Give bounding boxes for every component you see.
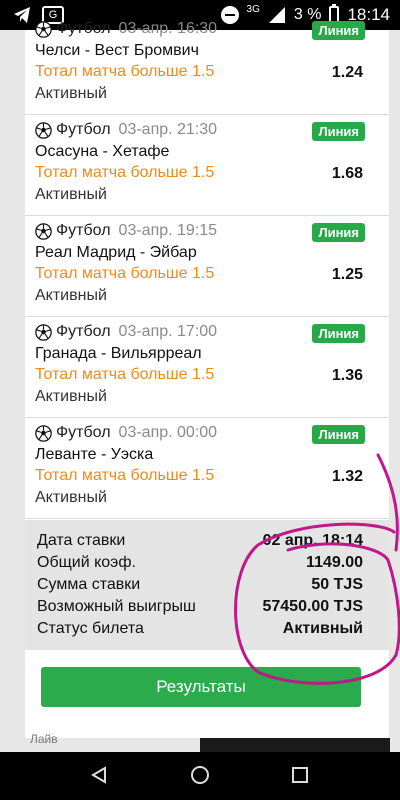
- summary-value: 1149.00: [306, 554, 363, 571]
- line-badge: Линия: [312, 425, 365, 444]
- sport-label: Футбол: [56, 424, 111, 441]
- bet-ticket-card: Футбол 03-апр. 16:30 Линия Челси - Вест …: [25, 20, 389, 738]
- soccer-ball-icon: [35, 222, 52, 240]
- sport-label: Футбол: [56, 222, 111, 239]
- event-date: 03-апр. 00:00: [118, 424, 218, 441]
- summary-value: 02 апр. 18:14: [262, 532, 363, 549]
- home-icon[interactable]: [191, 766, 209, 784]
- summary-label: Статус билета: [37, 620, 144, 637]
- summary-label: Возможный выигрыш: [37, 598, 196, 615]
- match-name: Челси - Вест Бромвич: [35, 42, 199, 59]
- summary-row-ticket-status: Статус билета Активный: [37, 620, 363, 642]
- soccer-ball-icon: [35, 121, 52, 139]
- summary-label: Сумма ставки: [37, 576, 141, 593]
- ticket-summary: Дата ставки 02 апр. 18:14 Общий коэф. 11…: [25, 520, 389, 650]
- match-name: Леванте - Уэска: [35, 446, 154, 463]
- background-bar: [200, 738, 390, 752]
- bet-status: Активный: [35, 186, 107, 203]
- event-date: 03-апр. 16:30: [118, 20, 218, 37]
- summary-row-stake: Сумма ставки 50 TJS: [37, 576, 363, 598]
- event-date: 03-апр. 19:15: [118, 222, 218, 239]
- match-name: Реал Мадрид - Эйбар: [35, 244, 197, 261]
- bet-status: Активный: [35, 287, 107, 304]
- recent-apps-icon[interactable]: [292, 767, 308, 783]
- results-button[interactable]: Результаты: [41, 667, 361, 707]
- summary-row-potential-win: Возможный выигрыш 57450.00 TJS: [37, 598, 363, 620]
- odds-value: 1.25: [331, 266, 363, 283]
- sport-label: Футбол: [56, 323, 111, 340]
- odds-value: 1.68: [331, 165, 363, 182]
- navigation-bar: [0, 752, 400, 800]
- summary-row-date: Дата ставки 02 апр. 18:14: [37, 532, 363, 554]
- soccer-ball-icon: [35, 424, 52, 442]
- odds-value: 1.24: [331, 64, 363, 81]
- bet-item[interactable]: Футбол 03-апр. 17:00 Линия Гранада - Вил…: [25, 318, 389, 418]
- event-date: 03-апр. 17:00: [118, 323, 218, 340]
- background-tab-label: Лайв: [30, 732, 58, 746]
- bet-status: Активный: [35, 85, 107, 102]
- odds-value: 1.36: [331, 367, 363, 384]
- summary-row-total-odds: Общий коэф. 1149.00: [37, 554, 363, 576]
- bet-status: Активный: [35, 489, 107, 506]
- event-date: 03-апр. 21:30: [118, 121, 218, 138]
- bet-item[interactable]: Футбол 03-апр. 21:30 Линия Осасуна - Хет…: [25, 116, 389, 216]
- odds-value: 1.32: [331, 468, 363, 485]
- soccer-ball-icon: [35, 20, 52, 38]
- summary-label: Общий коэф.: [37, 554, 136, 571]
- summary-value: Активный: [282, 620, 363, 637]
- bet-item[interactable]: Футбол 03-апр. 19:15 Линия Реал Мадрид -…: [25, 217, 389, 317]
- summary-value: 57450.00 TJS: [262, 598, 363, 615]
- bet-item[interactable]: Футбол 03-апр. 00:00 Линия Леванте - Уэс…: [25, 419, 389, 519]
- bet-status: Активный: [35, 388, 107, 405]
- line-badge: Линия: [312, 223, 365, 242]
- match-name: Осасуна - Хетафе: [35, 143, 170, 160]
- line-badge: Линия: [312, 324, 365, 343]
- summary-label: Дата ставки: [37, 532, 126, 549]
- bet-item[interactable]: Футбол 03-апр. 16:30 Линия Челси - Вест …: [25, 15, 389, 115]
- line-badge: Линия: [312, 122, 365, 141]
- network-type-label: 3G: [246, 3, 260, 15]
- summary-value: 50 TJS: [311, 576, 363, 593]
- line-badge: Линия: [312, 21, 365, 40]
- back-icon[interactable]: [90, 766, 108, 784]
- sport-label: Футбол: [56, 20, 111, 37]
- market-label: Тотал матча больше 1.5: [35, 164, 215, 181]
- market-label: Тотал матча больше 1.5: [35, 366, 215, 383]
- match-name: Гранада - Вильярреал: [35, 345, 202, 362]
- market-label: Тотал матча больше 1.5: [35, 63, 215, 80]
- market-label: Тотал матча больше 1.5: [35, 467, 215, 484]
- market-label: Тотал матча больше 1.5: [35, 265, 215, 282]
- soccer-ball-icon: [35, 323, 52, 341]
- sport-label: Футбол: [56, 121, 111, 138]
